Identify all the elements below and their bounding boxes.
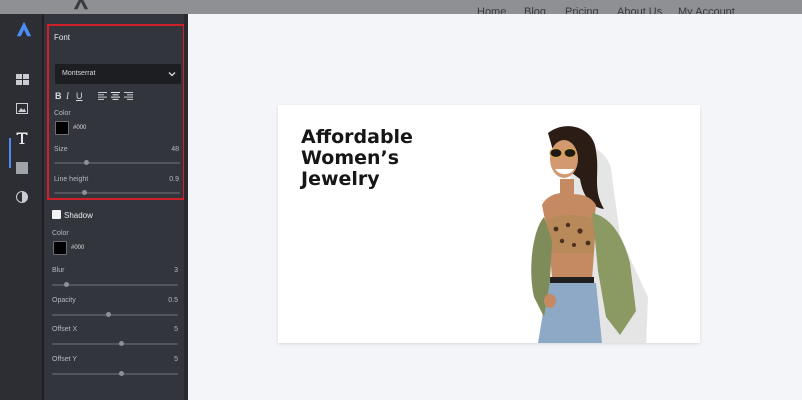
offset-y-value: 5 <box>174 356 178 363</box>
blur-slider-track[interactable] <box>52 282 178 287</box>
model-photo[interactable] <box>508 121 648 343</box>
text-icon <box>16 132 28 144</box>
headline-line: Women’s <box>301 147 400 169</box>
design-canvas[interactable]: Affordable Women’s Jewelry <box>278 105 700 343</box>
shape-icon <box>16 162 28 174</box>
shape-tool-button[interactable] <box>10 157 34 179</box>
layout-icon <box>15 73 29 85</box>
offset-x-value: 5 <box>174 326 178 333</box>
headline-line: Affordable <box>301 126 413 148</box>
blur-slider-thumb[interactable] <box>64 282 69 287</box>
font-color-swatch[interactable] <box>55 121 69 135</box>
image-icon <box>16 102 28 114</box>
line-height-slider-track[interactable] <box>54 190 180 195</box>
blur-label: Blur <box>52 267 65 274</box>
offset-x-label: Offset X <box>52 326 78 333</box>
blur-value: 3 <box>174 267 178 274</box>
offset-y-label: Offset Y <box>52 356 78 363</box>
offset-y-slider-track[interactable] <box>52 371 178 376</box>
chevron-down-icon <box>168 72 176 77</box>
align-left-icon[interactable] <box>98 92 107 100</box>
properties-panel: Font Montserrat B I U Color #000 Size 48 <box>42 14 186 400</box>
font-family-value: Montserrat <box>62 70 96 77</box>
contrast-icon <box>16 191 28 203</box>
size-label: Size <box>54 146 68 153</box>
tool-sidebar <box>0 14 42 400</box>
shadow-color-label: Color <box>52 230 69 237</box>
font-section-title: Font <box>54 33 71 42</box>
opacity-label: Opacity <box>52 297 76 304</box>
image-tool-button[interactable] <box>10 97 34 119</box>
opacity-value: 0.5 <box>168 297 178 304</box>
text-tool-button[interactable] <box>10 127 34 149</box>
font-color-value: #000 <box>73 125 87 131</box>
offset-x-slider-thumb[interactable] <box>119 341 124 346</box>
opacity-slider-thumb[interactable] <box>106 312 111 317</box>
size-slider-thumb[interactable] <box>84 160 89 165</box>
align-right-icon[interactable] <box>124 92 133 100</box>
background-site-nav: Home Blog Pricing About Us My Account <box>0 0 802 18</box>
size-value: 48 <box>171 146 179 153</box>
bold-button[interactable]: B <box>55 91 62 101</box>
font-family-select[interactable]: Montserrat <box>55 64 181 84</box>
line-height-label: Line height <box>54 176 89 183</box>
shadow-color-value: #000 <box>71 245 85 251</box>
offset-x-slider-track[interactable] <box>52 341 178 346</box>
layout-tool-button[interactable] <box>10 68 34 90</box>
offset-y-slider-thumb[interactable] <box>119 371 124 376</box>
shadow-checkbox[interactable] <box>52 210 61 219</box>
shadow-section-title: Shadow <box>64 211 93 220</box>
site-logo-icon <box>73 0 89 10</box>
opacity-slider-track[interactable] <box>52 312 178 317</box>
italic-button[interactable]: I <box>66 91 69 101</box>
underline-button[interactable]: U <box>76 91 83 101</box>
app-logo-icon <box>16 21 32 37</box>
headline-text[interactable]: Affordable Women’s Jewelry <box>301 127 413 190</box>
line-height-value: 0.9 <box>169 176 179 183</box>
canvas-workspace: Affordable Women’s Jewelry <box>188 14 802 400</box>
align-center-icon[interactable] <box>111 92 120 100</box>
shadow-color-swatch[interactable] <box>53 241 67 255</box>
headline-line: Jewelry <box>301 168 380 190</box>
size-slider-track[interactable] <box>54 160 180 165</box>
line-height-slider-thumb[interactable] <box>82 190 87 195</box>
font-settings-section: Font Montserrat B I U Color #000 Size 48 <box>47 24 185 200</box>
effects-tool-button[interactable] <box>10 186 34 208</box>
font-color-label: Color <box>54 110 71 117</box>
